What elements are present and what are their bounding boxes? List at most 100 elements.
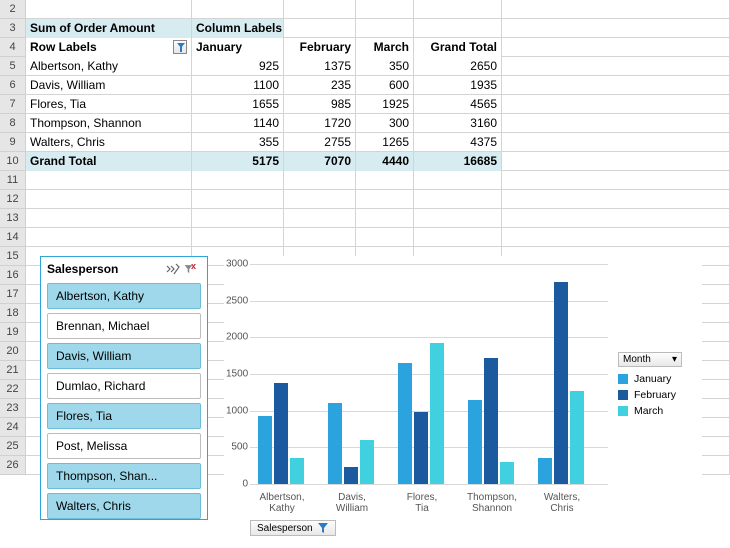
axis-field-salesperson[interactable]: Salesperson bbox=[250, 520, 336, 536]
cell[interactable]: 4565 bbox=[414, 95, 502, 114]
cell[interactable] bbox=[414, 228, 502, 247]
cell[interactable] bbox=[26, 0, 192, 19]
bar[interactable] bbox=[538, 458, 552, 484]
cell[interactable] bbox=[356, 209, 414, 228]
clear-filter-icon[interactable]: x bbox=[183, 261, 199, 277]
cell[interactable]: 925 bbox=[192, 57, 284, 76]
row-header[interactable]: 8 bbox=[0, 114, 26, 133]
legend-item[interactable]: February bbox=[618, 389, 698, 401]
cell[interactable] bbox=[502, 152, 730, 171]
row-header[interactable]: 6 bbox=[0, 76, 26, 95]
cell[interactable] bbox=[414, 209, 502, 228]
row-header[interactable]: 3 bbox=[0, 19, 26, 38]
row-header[interactable]: 10 bbox=[0, 152, 26, 171]
slicer-item[interactable]: Thompson, Shan... bbox=[47, 463, 201, 489]
cell[interactable]: Thompson, Shannon bbox=[26, 114, 192, 133]
cell[interactable] bbox=[502, 76, 730, 95]
slicer-item[interactable]: Albertson, Kathy bbox=[47, 283, 201, 309]
cell[interactable]: Row Labels bbox=[26, 38, 192, 57]
cell[interactable]: 1935 bbox=[414, 76, 502, 95]
row-header[interactable]: 2 bbox=[0, 0, 26, 19]
row-header[interactable]: 14 bbox=[0, 228, 26, 247]
bar[interactable] bbox=[414, 412, 428, 484]
cell[interactable] bbox=[356, 228, 414, 247]
cell[interactable] bbox=[502, 114, 730, 133]
row-header[interactable]: 11 bbox=[0, 171, 26, 190]
cell[interactable] bbox=[502, 209, 730, 228]
cell[interactable] bbox=[284, 171, 356, 190]
cell[interactable] bbox=[26, 171, 192, 190]
cell[interactable]: Davis, William bbox=[26, 76, 192, 95]
legend-item[interactable]: January bbox=[618, 373, 698, 385]
cell[interactable]: 355 bbox=[192, 133, 284, 152]
cell[interactable] bbox=[356, 19, 414, 38]
cell[interactable]: 985 bbox=[284, 95, 356, 114]
cell[interactable] bbox=[26, 190, 192, 209]
row-header[interactable]: 13 bbox=[0, 209, 26, 228]
cell[interactable] bbox=[414, 0, 502, 19]
cell[interactable] bbox=[502, 0, 730, 19]
cell[interactable] bbox=[26, 228, 192, 247]
slicer-item[interactable]: Davis, William bbox=[47, 343, 201, 369]
bar[interactable] bbox=[274, 383, 288, 484]
row-header[interactable]: 4 bbox=[0, 38, 26, 57]
cell[interactable]: 1100 bbox=[192, 76, 284, 95]
bar[interactable] bbox=[500, 462, 514, 484]
cell[interactable]: 350 bbox=[356, 57, 414, 76]
cell[interactable]: 3160 bbox=[414, 114, 502, 133]
cell[interactable]: Albertson, Kathy bbox=[26, 57, 192, 76]
row-header[interactable]: 24 bbox=[0, 418, 26, 437]
row-header[interactable]: 20 bbox=[0, 342, 26, 361]
row-header[interactable]: 22 bbox=[0, 380, 26, 399]
slicer-item[interactable]: Walters, Chris bbox=[47, 493, 201, 519]
cell[interactable] bbox=[284, 19, 356, 38]
cell[interactable] bbox=[26, 209, 192, 228]
cell[interactable]: 1140 bbox=[192, 114, 284, 133]
bar[interactable] bbox=[398, 363, 412, 484]
cell[interactable] bbox=[192, 171, 284, 190]
pivot-chart[interactable]: 050010001500200025003000Albertson,KathyD… bbox=[224, 256, 702, 538]
cell[interactable]: Grand Total bbox=[26, 152, 192, 171]
cell[interactable]: January bbox=[192, 38, 284, 57]
cell[interactable] bbox=[192, 0, 284, 19]
pivot-measure-label[interactable]: Sum of Order Amount bbox=[26, 19, 192, 38]
row-header[interactable]: 9 bbox=[0, 133, 26, 152]
row-header[interactable]: 5 bbox=[0, 57, 26, 76]
slicer-item[interactable]: Dumlao, Richard bbox=[47, 373, 201, 399]
cell[interactable] bbox=[502, 19, 730, 38]
cell[interactable] bbox=[414, 190, 502, 209]
cell[interactable] bbox=[502, 228, 730, 247]
cell[interactable] bbox=[502, 57, 730, 76]
bar[interactable] bbox=[344, 467, 358, 484]
cell[interactable]: 16685 bbox=[414, 152, 502, 171]
row-header[interactable]: 7 bbox=[0, 95, 26, 114]
cell[interactable]: 2755 bbox=[284, 133, 356, 152]
cell[interactable] bbox=[414, 171, 502, 190]
cell[interactable]: 1375 bbox=[284, 57, 356, 76]
cell[interactable]: Walters, Chris bbox=[26, 133, 192, 152]
cell[interactable] bbox=[284, 209, 356, 228]
row-header[interactable]: 19 bbox=[0, 323, 26, 342]
bar[interactable] bbox=[258, 416, 272, 484]
cell[interactable]: 5175 bbox=[192, 152, 284, 171]
cell[interactable] bbox=[356, 171, 414, 190]
slicer-item[interactable]: Brennan, Michael bbox=[47, 313, 201, 339]
multiselect-icon[interactable] bbox=[165, 261, 181, 277]
cell[interactable] bbox=[356, 0, 414, 19]
slicer-item[interactable]: Flores, Tia bbox=[47, 403, 201, 429]
cell[interactable] bbox=[192, 228, 284, 247]
cell[interactable] bbox=[502, 133, 730, 152]
bar[interactable] bbox=[290, 458, 304, 484]
cell[interactable]: 300 bbox=[356, 114, 414, 133]
cell[interactable] bbox=[192, 190, 284, 209]
cell[interactable]: February bbox=[284, 38, 356, 57]
cell[interactable]: Flores, Tia bbox=[26, 95, 192, 114]
cell[interactable] bbox=[192, 209, 284, 228]
cell[interactable]: Grand Total bbox=[414, 38, 502, 57]
row-header[interactable]: 17 bbox=[0, 285, 26, 304]
row-header[interactable]: 23 bbox=[0, 399, 26, 418]
cell[interactable]: 1925 bbox=[356, 95, 414, 114]
cell[interactable] bbox=[502, 38, 730, 57]
cell[interactable] bbox=[284, 228, 356, 247]
filter-applied-icon[interactable] bbox=[173, 40, 187, 54]
